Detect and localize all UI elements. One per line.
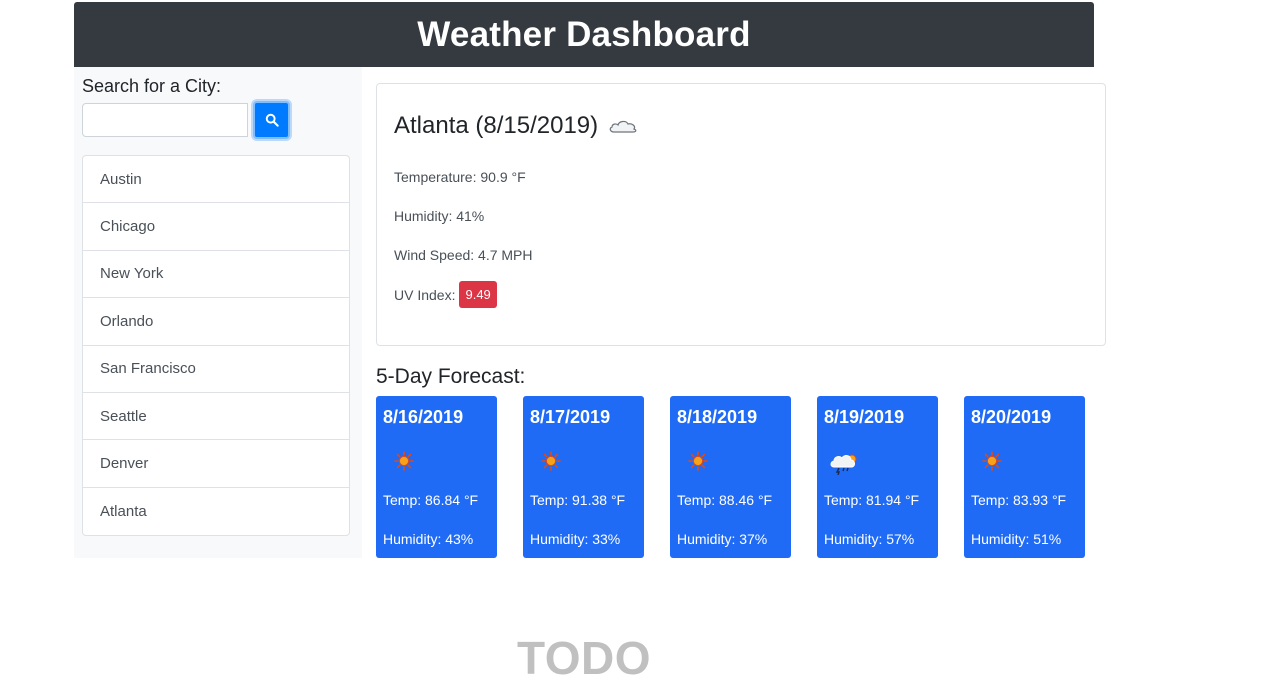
current-wind-speed: Wind Speed: 4.7 MPH bbox=[394, 247, 533, 263]
search-button[interactable] bbox=[253, 101, 290, 139]
forecast-card: 8/19/2019 Temp: 81.94 °F Humidity: 57% bbox=[817, 396, 938, 558]
city-item-denver[interactable]: Denver bbox=[83, 440, 349, 488]
city-history-list: Austin Chicago New York Orlando San Fran… bbox=[82, 155, 350, 537]
city-search-input[interactable] bbox=[82, 103, 248, 137]
forecast-humidity: Humidity: 43% bbox=[383, 531, 474, 547]
current-city-date: Atlanta (8/15/2019) bbox=[394, 112, 599, 139]
forecast-temp: Temp: 81.94 °F bbox=[824, 492, 920, 508]
forecast-date: 8/16/2019 bbox=[383, 407, 464, 427]
forecast-humidity: Humidity: 33% bbox=[530, 531, 621, 547]
page-title: Weather Dashboard bbox=[417, 14, 751, 54]
forecast-card: 8/20/2019 Temp: 83.93 °F Humidity: 51% bbox=[964, 396, 1085, 558]
current-weather-title: Atlanta (8/15/2019) bbox=[394, 112, 638, 140]
current-weather-card: Atlanta (8/15/2019) Temperature: 90.9 °F… bbox=[376, 83, 1106, 346]
sun-icon bbox=[688, 451, 708, 471]
forecast-temp: Temp: 91.38 °F bbox=[530, 492, 626, 508]
forecast-humidity: Humidity: 37% bbox=[677, 531, 768, 547]
city-item-seattle[interactable]: Seattle bbox=[83, 393, 349, 441]
sun-icon bbox=[541, 451, 561, 471]
forecast-temp: Temp: 86.84 °F bbox=[383, 492, 479, 508]
main-content: Atlanta (8/15/2019) Temperature: 90.9 °F… bbox=[376, 67, 1106, 558]
city-item-atlanta[interactable]: Atlanta bbox=[83, 488, 349, 535]
thunderstorm-icon bbox=[830, 454, 857, 475]
current-uv-index: UV Index: 9.49 bbox=[394, 281, 497, 308]
city-item-san-francisco[interactable]: San Francisco bbox=[83, 346, 349, 393]
weather-app: Weather Dashboard Search for a City: Aus… bbox=[74, 2, 1106, 558]
forecast-card: 8/17/2019 Temp: 91.38 °F Humidity: 33% bbox=[523, 396, 644, 558]
sun-icon bbox=[982, 451, 1002, 471]
todo-label: TODO bbox=[516, 632, 652, 684]
search-icon bbox=[265, 113, 279, 127]
sun-icon bbox=[394, 451, 414, 471]
forecast-temp: Temp: 88.46 °F bbox=[677, 492, 773, 508]
forecast-date: 8/18/2019 bbox=[677, 407, 758, 427]
forecast-temp: Temp: 83.93 °F bbox=[971, 492, 1067, 508]
uv-index-badge: 9.49 bbox=[459, 281, 497, 308]
city-item-chicago[interactable]: Chicago bbox=[83, 203, 349, 251]
forecast-date: 8/19/2019 bbox=[824, 407, 905, 427]
forecast-heading: 5-Day Forecast: bbox=[376, 365, 526, 388]
page-header: Weather Dashboard bbox=[74, 2, 1094, 67]
forecast-card: 8/16/2019 Temp: 86.84 °F Humidity: 43% bbox=[376, 396, 497, 558]
sidebar: Search for a City: Austin Chicago New Yo… bbox=[74, 67, 362, 558]
search-label: Search for a City: bbox=[82, 76, 222, 96]
city-item-orlando[interactable]: Orlando bbox=[83, 298, 349, 346]
forecast-card: 8/18/2019 Temp: 88.46 °F Humidity: 37% bbox=[670, 396, 791, 558]
forecast-row: 8/16/2019 Temp: 86.84 °F Humidity: 43% 8… bbox=[376, 396, 1085, 558]
current-humidity: Humidity: 41% bbox=[394, 208, 485, 224]
forecast-humidity: Humidity: 57% bbox=[824, 531, 915, 547]
uv-index-label: UV Index: bbox=[394, 286, 456, 303]
city-item-austin[interactable]: Austin bbox=[83, 156, 349, 204]
forecast-date: 8/20/2019 bbox=[971, 407, 1052, 427]
current-temperature: Temperature: 90.9 °F bbox=[394, 169, 526, 185]
forecast-date: 8/17/2019 bbox=[530, 407, 611, 427]
city-item-new-york[interactable]: New York bbox=[83, 251, 349, 299]
forecast-humidity: Humidity: 51% bbox=[971, 531, 1062, 547]
cloud-icon bbox=[609, 120, 637, 133]
